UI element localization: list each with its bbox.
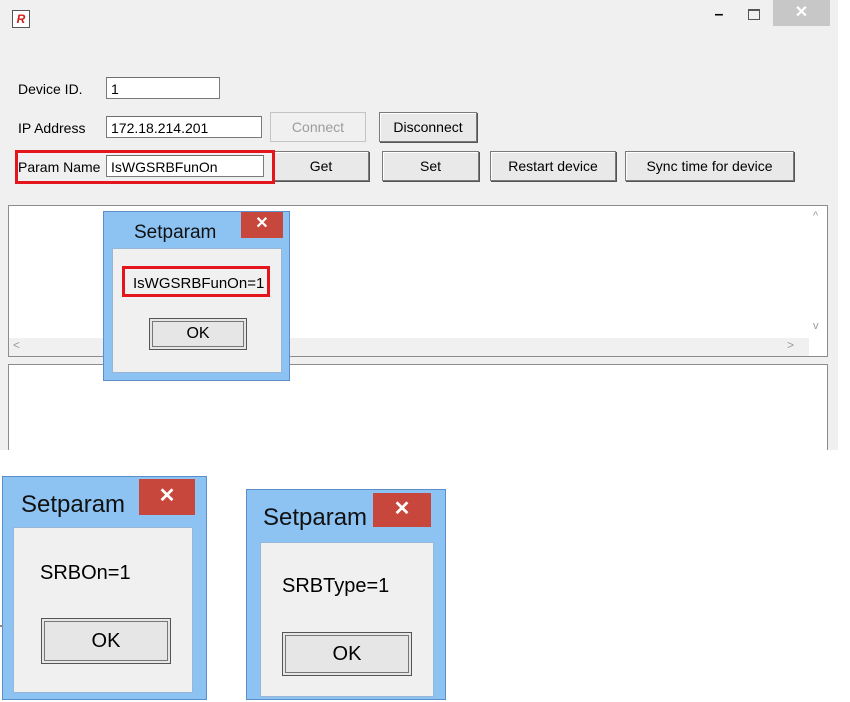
title-bar: R – ✕: [0, 0, 838, 40]
dialog-message: SRBType=1: [282, 575, 390, 597]
disconnect-button[interactable]: Disconnect: [379, 112, 477, 142]
sync-time-button[interactable]: Sync time for device: [625, 151, 794, 181]
dialog-body: SRBOn=1 OK: [13, 527, 193, 693]
dialog-close-button[interactable]: ✕: [373, 493, 431, 527]
connect-button[interactable]: Connect: [270, 112, 366, 142]
param-highlight-box: [15, 150, 275, 184]
scroll-right-icon[interactable]: >: [787, 338, 794, 352]
dialog-message: SRBOn=1: [40, 562, 131, 584]
ok-button[interactable]: OK: [41, 618, 171, 664]
maximize-button[interactable]: [740, 4, 766, 26]
ok-button[interactable]: OK: [282, 632, 412, 676]
minimize-button[interactable]: –: [706, 4, 732, 26]
app-logo-icon: R: [12, 10, 30, 28]
ok-button[interactable]: OK: [149, 318, 247, 350]
dialog-close-button[interactable]: ✕: [241, 212, 283, 238]
ip-address-label: IP Address: [18, 120, 86, 136]
scroll-down-icon[interactable]: v: [813, 320, 819, 332]
message-highlight-box: [122, 266, 270, 297]
scroll-left-icon[interactable]: <: [13, 338, 20, 352]
dialog-body: SRBType=1 OK: [260, 542, 434, 697]
dialog-close-button[interactable]: ✕: [139, 479, 195, 515]
device-id-field[interactable]: 1: [106, 77, 220, 99]
scroll-up-icon[interactable]: ^: [813, 210, 818, 222]
divider: [0, 625, 3, 627]
close-button[interactable]: ✕: [773, 0, 830, 26]
vertical-scrollbar[interactable]: ^ v: [809, 206, 827, 340]
dialog-title: Setparam: [21, 491, 126, 518]
device-id-label: Device ID.: [18, 81, 83, 97]
restart-device-button[interactable]: Restart device: [490, 151, 616, 181]
get-button[interactable]: Get: [273, 151, 369, 181]
ip-address-field[interactable]: 172.18.214.201: [106, 116, 262, 138]
dialog-title: Setparam: [263, 504, 368, 531]
dialog-title: Setparam: [134, 222, 217, 243]
setparam-dialog: Setparam ✕ SRBType=1 OK: [246, 489, 446, 700]
setparam-dialog: Setparam ✕ SRBOn=1 OK: [2, 476, 207, 700]
set-button[interactable]: Set: [382, 151, 479, 181]
